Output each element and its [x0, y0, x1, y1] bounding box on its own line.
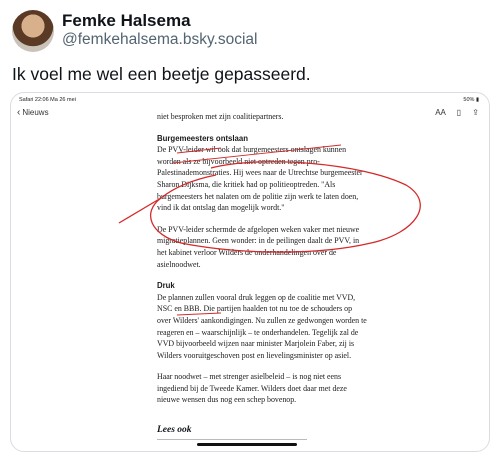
lees-ook-heading[interactable]: Lees ook — [157, 425, 192, 435]
divider — [157, 439, 307, 440]
section-heading-burgemeesters: Burgemeesters ontslaan — [157, 133, 248, 143]
avatar[interactable] — [12, 10, 54, 52]
annotation-stroke — [118, 197, 162, 224]
paragraph-noodwet: Haar noodwet – met strenger asielbeleid … — [157, 372, 347, 405]
back-label: Nieuws — [22, 108, 49, 117]
nav-icons: AA ▯ ⇪ — [426, 108, 479, 117]
post-text: Ik voel me wel een beetje gepasseerd. — [12, 64, 311, 84]
chevron-left-icon: ‹ — [17, 107, 21, 118]
share-icon[interactable]: ⇪ — [472, 108, 479, 117]
text-size-icon[interactable]: AA — [435, 108, 445, 117]
author-name[interactable]: Femke Halsema — [62, 11, 191, 31]
home-indicator — [197, 443, 297, 446]
status-right: 50% ▮ — [463, 97, 479, 103]
paragraph-migratie: De PVV-leider schermde de afgelopen weke… — [157, 224, 360, 269]
section-text-druk: De plannen zullen vooral druk leggen op … — [157, 292, 367, 360]
intro-line: niet besproken met zijn coalitiepartners… — [157, 112, 284, 121]
bookmark-icon[interactable]: ▯ — [457, 108, 461, 117]
status-left: Safari 22:06 Ma 26 mei — [19, 97, 76, 103]
back-button[interactable]: ‹ Nieuws — [17, 107, 49, 118]
section-text-burgemeesters: De PVV-leider wil ook dat burgemeesters … — [157, 145, 363, 213]
author-handle[interactable]: @femkehalsema.bsky.social — [62, 31, 258, 49]
article-body: niet besproken met zijn coalitiepartners… — [157, 111, 367, 416]
section-heading-druk: Druk — [157, 281, 175, 291]
attached-screenshot[interactable]: Safari 22:06 Ma 26 mei 50% ▮ ‹ Nieuws AA … — [10, 92, 490, 452]
